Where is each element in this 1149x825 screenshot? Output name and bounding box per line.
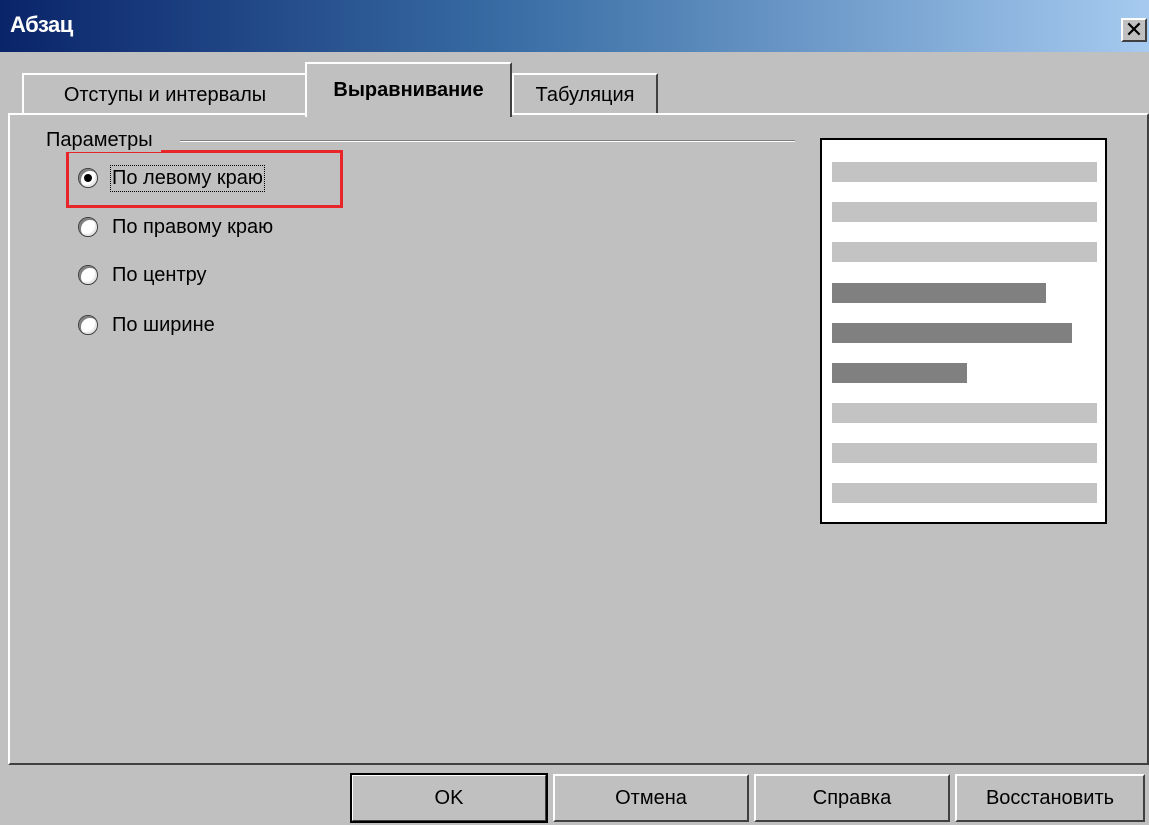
- tab-label: Отступы и интервалы: [63, 83, 267, 106]
- radio-align-center[interactable]: По центру: [78, 260, 207, 290]
- preview-line: [832, 363, 967, 383]
- paragraph-dialog: Абзац ✕ Отступы и интервалы Выравнивание…: [0, 0, 1149, 825]
- preview-line: [832, 283, 1046, 303]
- radio-label: По ширине: [112, 313, 215, 336]
- radio-label: По центру: [112, 263, 207, 286]
- button-label: Справка: [812, 786, 892, 809]
- tab-panel-alignment: Параметры По левому краю По правому краю…: [8, 113, 1149, 765]
- radio-button[interactable]: [78, 265, 98, 285]
- options-group-label: Параметры: [46, 129, 161, 152]
- close-icon: ✕: [1124, 17, 1144, 42]
- tab-indents-spacing[interactable]: Отступы и интервалы: [22, 73, 308, 115]
- button-label: Отмена: [615, 786, 687, 809]
- preview-line: [832, 403, 1097, 423]
- ok-button[interactable]: OK: [350, 773, 548, 823]
- button-label: OK: [434, 786, 464, 809]
- preview-line: [832, 483, 1097, 503]
- radio-label: По правому краю: [112, 215, 274, 238]
- preview-line: [832, 443, 1097, 463]
- tab-label: Табуляция: [535, 83, 635, 106]
- preview-line: [832, 162, 1097, 182]
- radio-align-right[interactable]: По правому краю: [78, 212, 273, 242]
- group-divider: [180, 140, 795, 142]
- tab-alignment[interactable]: Выравнивание: [305, 62, 512, 117]
- tab-label: Выравнивание: [333, 79, 484, 101]
- button-label: Восстановить: [985, 786, 1115, 809]
- preview-line: [832, 242, 1097, 262]
- annotation-highlight: [66, 150, 343, 208]
- tab-tabs[interactable]: Табуляция: [512, 73, 658, 115]
- cancel-button[interactable]: Отмена: [553, 774, 749, 822]
- title-bar[interactable]: Абзац ✕: [0, 0, 1149, 52]
- radio-button[interactable]: [78, 217, 98, 237]
- preview-line: [832, 323, 1072, 343]
- alignment-preview: [820, 138, 1107, 524]
- preview-line: [832, 202, 1097, 222]
- radio-button[interactable]: [78, 315, 98, 335]
- help-button[interactable]: Справка: [754, 774, 950, 822]
- dialog-title: Абзац: [10, 12, 73, 37]
- radio-align-justify[interactable]: По ширине: [78, 310, 215, 340]
- close-button[interactable]: ✕: [1121, 18, 1147, 42]
- reset-button[interactable]: Восстановить: [955, 774, 1145, 822]
